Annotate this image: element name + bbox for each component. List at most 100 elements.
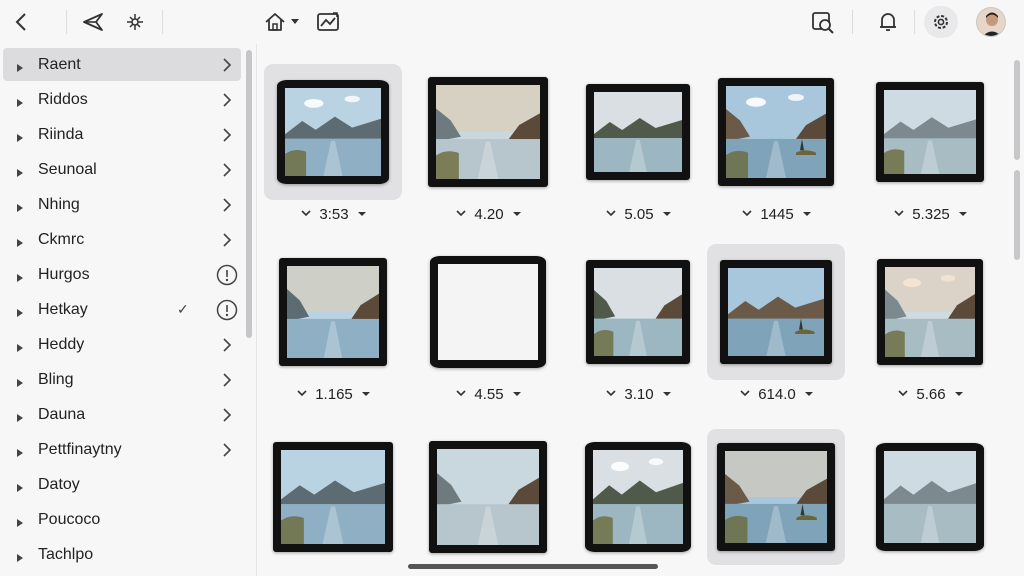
- chevron-right-icon[interactable]: [215, 368, 239, 392]
- image-tile[interactable]: [419, 64, 557, 200]
- image-value-caption[interactable]: 614.0: [713, 384, 841, 404]
- expand-caret-icon[interactable]: [15, 165, 25, 177]
- chevron-right-icon[interactable]: [215, 333, 239, 357]
- sparkle-icon[interactable]: [120, 6, 150, 38]
- image-value-caption[interactable]: 5.325: [867, 204, 995, 224]
- expand-caret-icon[interactable]: [15, 550, 25, 562]
- chevron-down-icon[interactable]: [357, 209, 367, 219]
- gallery-scrollbar-lower[interactable]: [1014, 170, 1020, 260]
- chevron-down-icon[interactable]: [288, 6, 302, 38]
- chevron-right-icon[interactable]: [215, 193, 239, 217]
- expand-caret-icon[interactable]: [15, 95, 25, 107]
- expand-caret-icon[interactable]: [15, 410, 25, 422]
- chevron-down-icon[interactable]: [512, 389, 522, 399]
- expand-caret-icon[interactable]: [15, 305, 25, 317]
- image-value-caption[interactable]: 4.55: [425, 384, 553, 404]
- collapse-caret-icon[interactable]: [606, 389, 616, 399]
- expand-caret-icon[interactable]: [15, 130, 25, 142]
- image-value-caption[interactable]: 1.165: [270, 384, 398, 404]
- chevron-down-icon[interactable]: [958, 209, 968, 219]
- bell-icon[interactable]: [872, 6, 904, 38]
- collapse-caret-icon[interactable]: [898, 389, 908, 399]
- sidebar-item[interactable]: Poucoco: [3, 503, 241, 536]
- home-icon[interactable]: [260, 6, 290, 38]
- sidebar-item[interactable]: Dauna: [3, 398, 241, 431]
- expand-caret-icon[interactable]: [15, 340, 25, 352]
- collapse-caret-icon[interactable]: [742, 209, 752, 219]
- expand-caret-icon[interactable]: [15, 480, 25, 492]
- expand-caret-icon[interactable]: [15, 375, 25, 387]
- image-value-caption[interactable]: 4.20: [425, 204, 553, 224]
- sidebar-item[interactable]: Seunoal: [3, 153, 241, 186]
- gear-icon[interactable]: [924, 6, 958, 38]
- expand-caret-icon[interactable]: [15, 60, 25, 72]
- avatar[interactable]: [976, 7, 1006, 37]
- sidebar-item[interactable]: Riinda: [3, 118, 241, 151]
- collapse-caret-icon[interactable]: [301, 209, 311, 219]
- chevron-right-icon[interactable]: [215, 88, 239, 112]
- collapse-caret-icon[interactable]: [456, 389, 466, 399]
- image-tile[interactable]: [861, 64, 999, 200]
- image-tile[interactable]: [264, 429, 402, 565]
- chevron-down-icon[interactable]: [512, 209, 522, 219]
- collapse-caret-icon[interactable]: [894, 209, 904, 219]
- expand-caret-icon[interactable]: [15, 270, 25, 282]
- collapse-caret-icon[interactable]: [297, 389, 307, 399]
- sidebar-item[interactable]: Raent: [3, 48, 241, 81]
- image-tile[interactable]: [861, 429, 999, 565]
- image-tile[interactable]: [569, 429, 707, 565]
- chevron-right-icon[interactable]: [215, 228, 239, 252]
- chevron-right-icon[interactable]: [215, 123, 239, 147]
- sidebar-item[interactable]: Tachlpo: [3, 538, 241, 571]
- chevron-right-icon[interactable]: [215, 403, 239, 427]
- image-tile[interactable]: [264, 244, 402, 380]
- image-tile[interactable]: [861, 244, 999, 380]
- expand-caret-icon[interactable]: [15, 200, 25, 212]
- chevron-down-icon[interactable]: [804, 389, 814, 399]
- gallery-scrollbar[interactable]: [1014, 60, 1020, 160]
- chevron-down-icon[interactable]: [802, 209, 812, 219]
- image-value-caption[interactable]: 3:53: [270, 204, 398, 224]
- sidebar-item[interactable]: Hetkay ✓: [3, 293, 241, 326]
- chevron-down-icon[interactable]: [662, 389, 672, 399]
- image-sync-icon[interactable]: [312, 6, 344, 38]
- expand-caret-icon[interactable]: [15, 445, 25, 457]
- sidebar-item[interactable]: Pettfinaytny: [3, 433, 241, 466]
- sidebar-item[interactable]: Ckmrc: [3, 223, 241, 256]
- sidebar-item[interactable]: Nhing: [3, 188, 241, 221]
- image-value-caption[interactable]: 5.05: [575, 204, 703, 224]
- chevron-right-icon[interactable]: [215, 53, 239, 77]
- expand-caret-icon[interactable]: [15, 515, 25, 527]
- chevron-down-icon[interactable]: [954, 389, 964, 399]
- back-icon[interactable]: [8, 6, 36, 38]
- chevron-down-icon[interactable]: [662, 209, 672, 219]
- image-tile[interactable]: [569, 64, 707, 200]
- image-tile[interactable]: [264, 64, 402, 200]
- expand-caret-icon[interactable]: [15, 235, 25, 247]
- chevron-right-icon[interactable]: [215, 438, 239, 462]
- image-tile[interactable]: [419, 244, 557, 380]
- collapse-caret-icon[interactable]: [456, 209, 466, 219]
- collapse-caret-icon[interactable]: [606, 209, 616, 219]
- image-tile[interactable]: [707, 429, 845, 565]
- horizontal-scrollbar[interactable]: [408, 564, 658, 569]
- sidebar-item[interactable]: Riddos: [3, 83, 241, 116]
- image-tile[interactable]: [707, 64, 845, 200]
- info-icon[interactable]: [215, 298, 239, 322]
- chevron-down-icon[interactable]: [361, 389, 371, 399]
- navigate-icon[interactable]: [78, 6, 108, 38]
- sidebar-item[interactable]: Bling: [3, 363, 241, 396]
- sidebar-item[interactable]: Hurgos: [3, 258, 241, 291]
- image-value-caption[interactable]: 5.66: [867, 384, 995, 404]
- image-value-caption[interactable]: 1445: [713, 204, 841, 224]
- image-tile[interactable]: [569, 244, 707, 380]
- image-tile[interactable]: [419, 429, 557, 565]
- image-value-caption[interactable]: 3.10: [575, 384, 703, 404]
- info-icon[interactable]: [215, 263, 239, 287]
- sidebar-scrollbar[interactable]: [246, 50, 252, 338]
- sidebar-item[interactable]: Heddy: [3, 328, 241, 361]
- chevron-right-icon[interactable]: [215, 158, 239, 182]
- image-search-icon[interactable]: [806, 6, 840, 38]
- sidebar-item[interactable]: Datoy: [3, 468, 241, 501]
- collapse-caret-icon[interactable]: [740, 389, 750, 399]
